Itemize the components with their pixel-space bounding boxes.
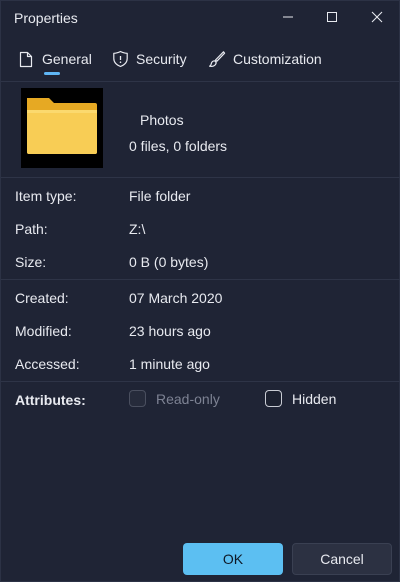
- shield-icon: [111, 50, 129, 68]
- minimize-icon: [283, 16, 293, 18]
- item-type-value: File folder: [129, 188, 191, 204]
- close-icon: [371, 11, 383, 23]
- tab-general-label: General: [42, 51, 92, 67]
- hidden-checkbox[interactable]: Hidden: [265, 390, 336, 407]
- tab-general[interactable]: General: [17, 47, 92, 71]
- hidden-label: Hidden: [292, 390, 337, 407]
- divider: [1, 381, 400, 382]
- accessed-value: 1 minute ago: [129, 356, 210, 372]
- window-title: Properties: [14, 10, 78, 26]
- document-icon: [17, 50, 35, 68]
- title-bar[interactable]: Properties: [1, 1, 400, 35]
- created-label: Created:: [15, 290, 69, 306]
- tab-security-label: Security: [136, 51, 187, 67]
- ok-button[interactable]: OK: [183, 543, 283, 575]
- folder-name: Photos: [140, 112, 184, 128]
- divider: [1, 177, 400, 178]
- size-label: Size:: [15, 254, 47, 270]
- tab-customization[interactable]: Customization: [208, 47, 322, 71]
- folder-thumbnail: [21, 88, 103, 168]
- selected-tab-indicator: [44, 72, 60, 75]
- read-only-checkbox-box[interactable]: [129, 390, 146, 407]
- tab-security[interactable]: Security: [111, 47, 187, 71]
- read-only-label: Read-only: [156, 390, 220, 407]
- folder-stats: 0 files, 0 folders: [129, 138, 228, 154]
- accessed-label: Accessed:: [15, 356, 80, 372]
- tab-bar: General Security Customization: [1, 41, 400, 79]
- created-value: 07 March 2020: [129, 290, 223, 306]
- properties-window: Properties General Security Customizatio…: [0, 0, 400, 582]
- maximize-icon: [327, 12, 337, 22]
- modified-value: 23 hours ago: [129, 323, 211, 339]
- cancel-button[interactable]: Cancel: [292, 543, 392, 575]
- brush-icon: [208, 50, 226, 68]
- size-value: 0 B (0 bytes): [129, 254, 209, 270]
- modified-label: Modified:: [15, 323, 72, 339]
- divider: [1, 279, 400, 280]
- folder-icon: [27, 98, 97, 154]
- minimize-button[interactable]: [265, 1, 311, 33]
- path-value: Z:\: [129, 221, 146, 237]
- tab-customization-label: Customization: [233, 51, 322, 67]
- item-type-label: Item type:: [15, 188, 77, 204]
- divider: [1, 81, 400, 82]
- maximize-button[interactable]: [309, 1, 355, 33]
- read-only-checkbox[interactable]: Read-only: [129, 390, 220, 407]
- attributes-label: Attributes:: [15, 392, 86, 408]
- hidden-checkbox-box[interactable]: [265, 390, 282, 407]
- close-button[interactable]: [354, 1, 400, 33]
- path-label: Path:: [15, 221, 48, 237]
